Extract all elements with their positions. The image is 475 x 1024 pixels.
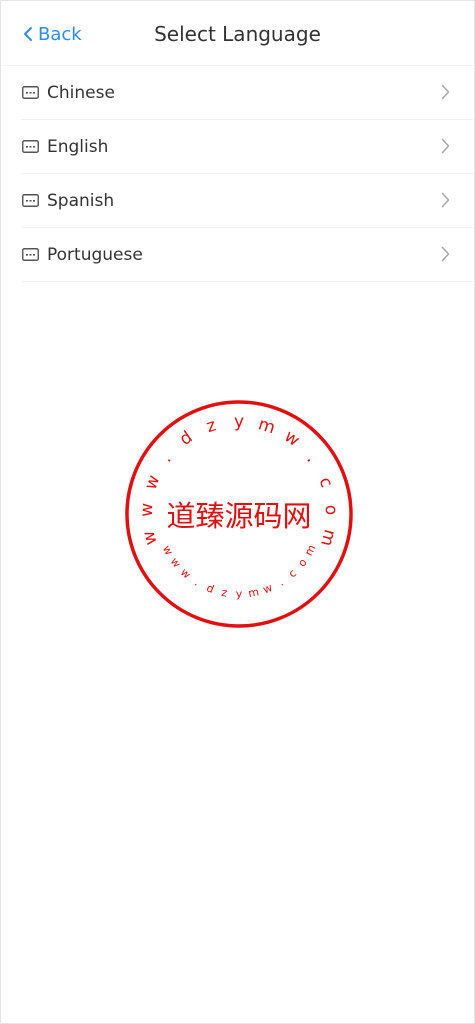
seal-ring-char: w [139,528,162,547]
seal-ring-char: . [156,450,175,466]
language-select-screen: Back Select Language Chinese English Spa… [0,0,475,1024]
seal-center-text: 道臻源码网 [166,499,311,533]
seal-ring-char: . [302,450,321,466]
language-label: English [47,136,109,157]
seal-ring-char: d [176,427,196,450]
page-title: Select Language [154,22,321,46]
watermark-seal: 道臻源码网 www.dz y mw.com www. d z y m w .com [125,400,353,628]
seal-ring-char: . [276,576,286,589]
seal-ring-char: o [295,556,310,569]
language-label: Portuguese [47,244,143,265]
seal-ring-char: w [261,581,274,596]
seal-ring-char: z [220,586,228,600]
keyboard-icon [21,86,39,100]
language-item-spanish[interactable]: Spanish [21,174,474,228]
language-label: Chinese [47,82,115,103]
seal-ring-char: m [316,527,340,548]
seal-ring-char: z [204,415,219,437]
chevron-right-icon [441,246,450,262]
seal-ring-char: . [192,576,202,589]
seal-ring-char: w [280,426,303,450]
seal-ring-char: m [302,543,318,558]
seal-ring-char: w [141,472,165,492]
language-list: Chinese English Spanish Portuguese [1,66,474,282]
language-item-chinese[interactable]: Chinese [21,66,474,120]
seal-ring-char: c [286,567,299,581]
seal-ring-char: w [168,555,184,570]
seal-ring-char: y [236,588,243,601]
keyboard-icon [21,248,39,262]
seal-ring-char: d [205,581,216,596]
seal-ring-char: y [234,412,244,432]
seal-ring-char: m [256,414,278,438]
chevron-right-icon [441,84,450,100]
seal-ring-char: w [178,566,193,582]
seal-ring-char: w [160,543,176,557]
keyboard-icon [21,140,39,154]
seal-inner-ring-text: www. d z y m w .com [160,543,319,601]
seal-ring-char: o [321,504,341,515]
language-label: Spanish [47,190,115,211]
seal-ring-char: w [137,503,158,518]
nav-bar: Back Select Language [1,1,474,66]
chevron-right-icon [441,192,450,208]
language-item-english[interactable]: English [21,120,474,174]
chevron-right-icon [441,138,450,154]
seal-ring-char: c [315,475,337,491]
keyboard-icon [21,194,39,208]
language-item-portuguese[interactable]: Portuguese [21,228,474,282]
seal-ring-char: m [247,585,260,600]
